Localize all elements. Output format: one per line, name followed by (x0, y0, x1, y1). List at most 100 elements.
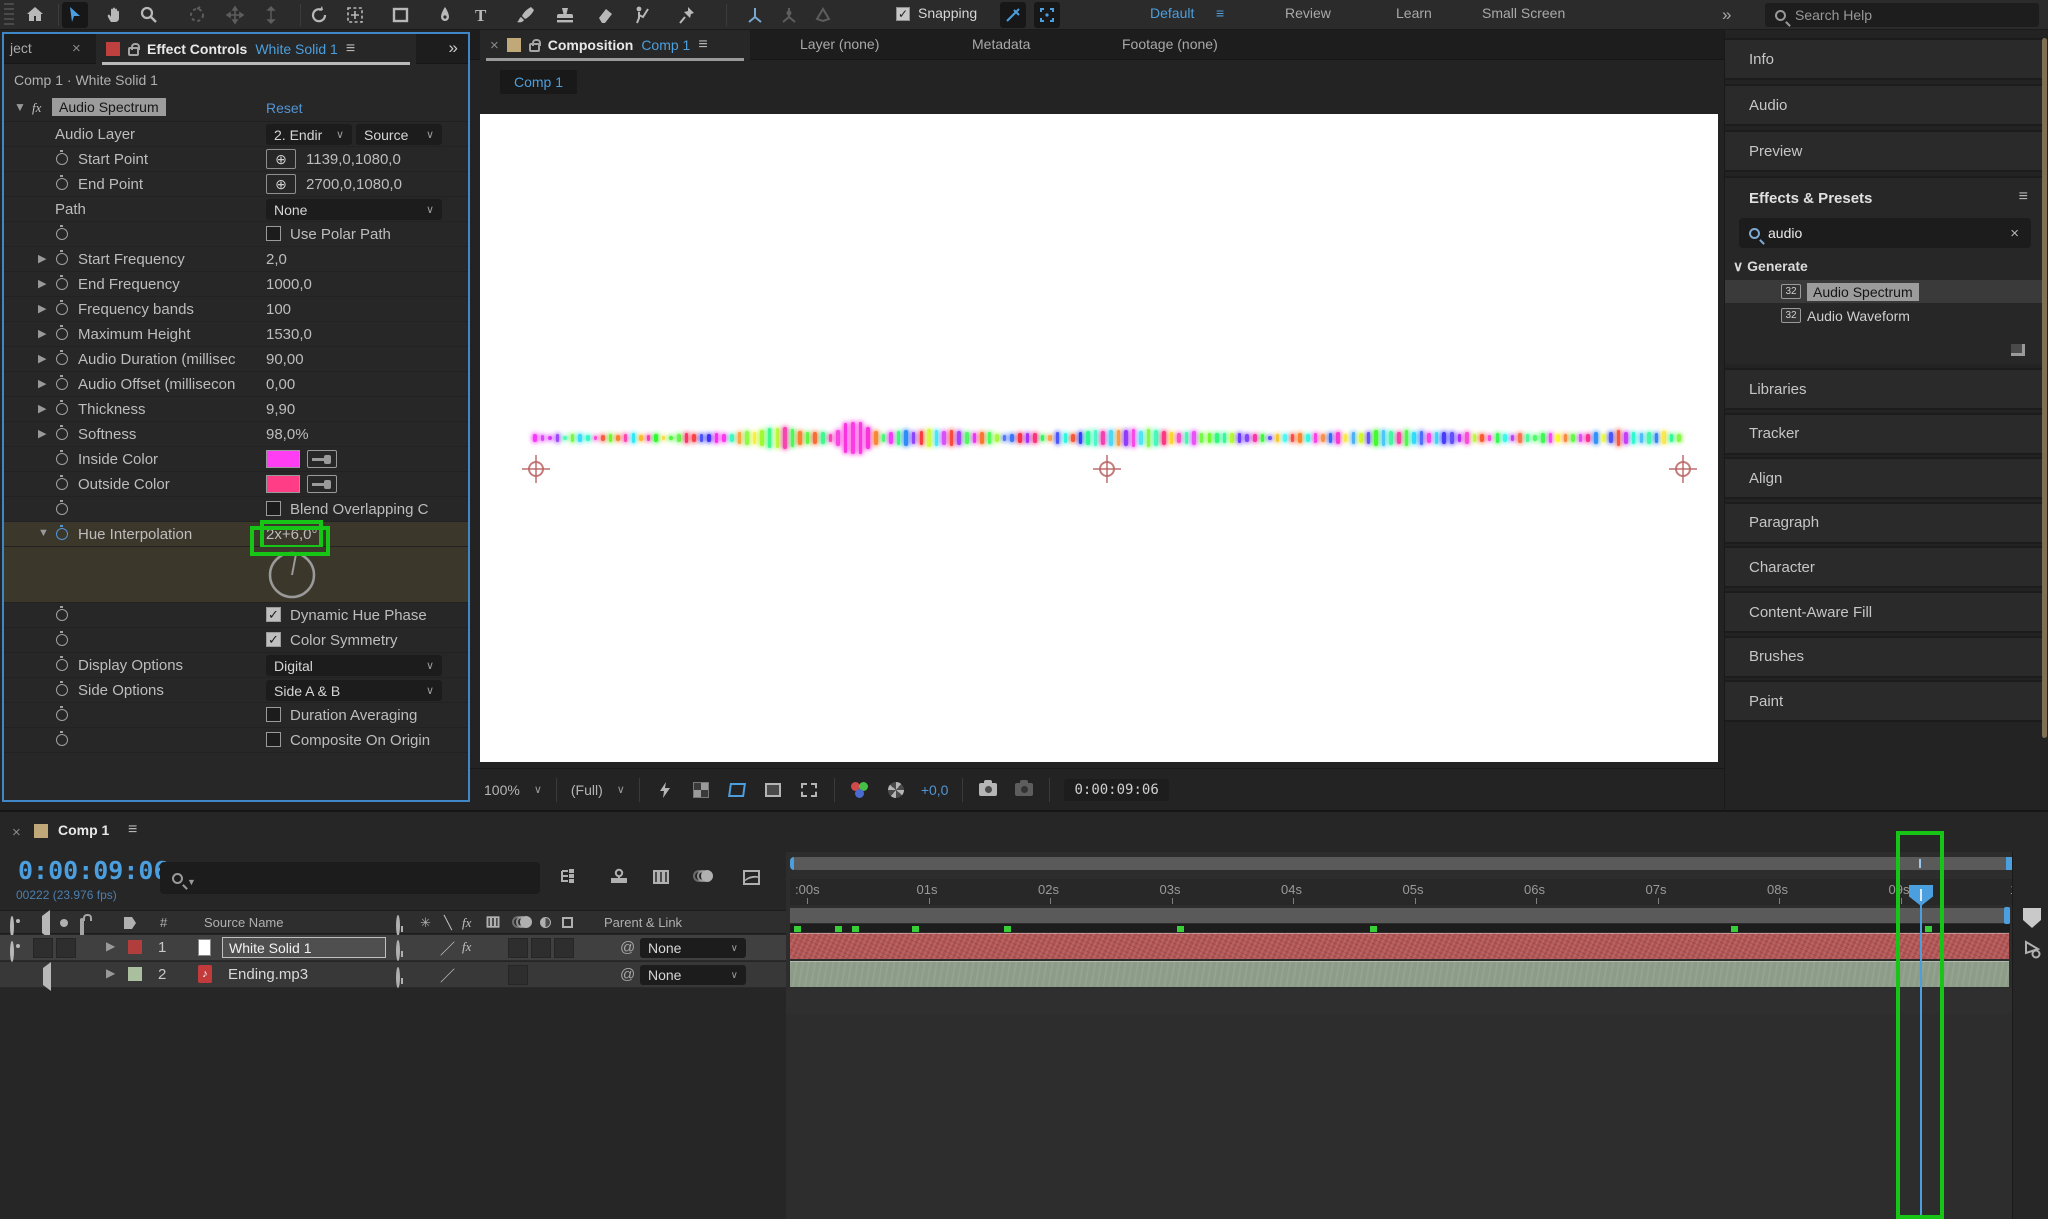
layer-row-2[interactable]: ▶ 2 ♪ Ending.mp3 ／ @ None ∨ (0, 962, 786, 991)
layer-expand-chevron[interactable]: ▶ (106, 939, 115, 953)
workspace-review[interactable]: Review (1285, 5, 1331, 21)
stopwatch-icon[interactable] (56, 631, 68, 646)
sidebar-panel-tracker[interactable]: Tracker (1725, 412, 2043, 455)
layer-visibility-eye-icon[interactable] (10, 941, 14, 962)
chevron-right-icon[interactable]: ▶ (38, 277, 46, 290)
keyframe-marker[interactable] (1731, 926, 1738, 932)
type-tool-icon[interactable]: T (468, 2, 494, 28)
property-value[interactable]: 90,00 (266, 351, 304, 368)
snapshot-icon[interactable] (977, 779, 999, 801)
dolly-camera-tool-icon[interactable] (258, 2, 284, 28)
timeline-tab-title[interactable]: Comp 1 (58, 822, 109, 838)
sidebar-panel-libraries[interactable]: Libraries (1725, 368, 2043, 410)
work-area-bar[interactable] (790, 907, 2010, 924)
home-tool-icon[interactable] (22, 2, 48, 28)
sidebar-panel-brushes[interactable]: Brushes (1725, 635, 2043, 678)
show-snapshot-icon[interactable] (1013, 779, 1035, 801)
graph-editor-icon[interactable] (740, 866, 762, 888)
property-checkbox[interactable] (266, 226, 281, 241)
workspace-menu-icon[interactable]: ≡ (1216, 5, 1224, 21)
stopwatch-icon[interactable] (56, 450, 68, 465)
chevron-right-icon[interactable]: ▶ (38, 252, 46, 265)
chevron-down-icon[interactable]: ∨ (534, 783, 542, 796)
stopwatch-icon[interactable] (56, 500, 68, 515)
chevron-down-icon[interactable]: ▼ (38, 527, 49, 539)
property-checkbox[interactable]: ✓ (266, 632, 281, 647)
color-swatch[interactable] (266, 450, 300, 468)
help-search-input[interactable]: Search Help (1765, 3, 2039, 27)
parent-link-column[interactable]: Parent & Link (604, 915, 682, 930)
property-checkbox[interactable]: ✓ (266, 607, 281, 622)
stopwatch-icon[interactable] (56, 300, 68, 315)
close-tab-icon[interactable]: × (490, 37, 499, 54)
layer-label-color[interactable] (128, 940, 142, 954)
puppet-pin-tool-icon[interactable] (674, 2, 700, 28)
keyframe-marker[interactable] (1370, 926, 1377, 932)
effect-controls-tab[interactable]: Effect Controls White Solid 1 ≡ (96, 34, 416, 65)
layer-name[interactable]: Ending.mp3 (228, 966, 308, 983)
sidebar-panel-character[interactable]: Character (1725, 546, 2043, 589)
composition-canvas[interactable] (480, 114, 1718, 762)
property-value[interactable]: 1139,0,1080,0 (306, 151, 401, 168)
panel-resize-corner-icon[interactable] (2011, 344, 2025, 356)
source-name-column[interactable]: Source Name (204, 915, 283, 930)
world-axis-mode-icon[interactable] (776, 2, 802, 28)
roto-brush-tool-icon[interactable] (630, 2, 656, 28)
metadata-tab[interactable]: Metadata (972, 36, 1030, 52)
view-axis-mode-icon[interactable] (810, 2, 836, 28)
parent-pickwhip-icon[interactable]: @ (620, 966, 635, 983)
exposure-icon[interactable] (885, 779, 907, 801)
effect-name-selected[interactable]: Audio Spectrum (52, 98, 166, 116)
chevron-right-icon[interactable]: ▶ (38, 402, 46, 415)
quality-slash-icon[interactable]: ／ (440, 965, 455, 986)
layer-row-1[interactable]: ▶ 1 White Solid 1 ／ fx @ None ∨ (0, 935, 786, 962)
source-effects-dropdown[interactable]: Source ∨ (356, 124, 442, 145)
clear-search-icon[interactable]: × (2010, 225, 2019, 242)
stopwatch-icon[interactable] (56, 475, 68, 490)
clone-stamp-tool-icon[interactable] (552, 2, 578, 28)
pen-tool-icon[interactable] (432, 2, 458, 28)
current-timecode[interactable]: 0:00:09:06 (18, 856, 169, 885)
stopwatch-icon[interactable] (56, 175, 68, 190)
pan-camera-tool-icon[interactable] (222, 2, 248, 28)
panel-menu-icon[interactable]: ≡ (128, 821, 137, 839)
zoom-tool-icon[interactable] (136, 2, 162, 28)
rotation-tool-icon[interactable] (306, 2, 332, 28)
workspace-default[interactable]: Default (1150, 5, 1194, 21)
eraser-tool-icon[interactable] (592, 2, 618, 28)
quality-slash-icon[interactable]: ／ (440, 938, 455, 959)
effects-presets-search-input[interactable]: audio × (1739, 218, 2031, 248)
sidebar-panel-paint[interactable]: Paint (1725, 680, 2043, 723)
snap-to-features-icon[interactable] (1034, 2, 1060, 28)
comp-marker-bin-icon[interactable] (2023, 908, 2041, 928)
quality-switch-icon[interactable] (396, 940, 400, 961)
property-checkbox[interactable] (266, 501, 281, 516)
sidebar-panel-preview[interactable]: Preview (1725, 130, 2043, 172)
property-value[interactable]: 2,0 (266, 251, 287, 268)
stopwatch-icon[interactable] (56, 275, 68, 290)
resolution-value[interactable]: (Full) (571, 782, 603, 798)
stopwatch-icon[interactable] (56, 525, 68, 540)
fast-preview-icon[interactable] (654, 779, 676, 801)
workspace-overflow-chevrons[interactable]: » (1722, 5, 1731, 25)
comp-breadcrumb-chip[interactable]: Comp 1 (500, 70, 578, 94)
close-tab-icon[interactable]: × (12, 824, 21, 841)
transparency-grid-icon[interactable] (690, 779, 712, 801)
property-checkbox[interactable] (266, 707, 281, 722)
chevron-down-icon[interactable]: ▼ (14, 100, 26, 114)
motion-blur-icon[interactable] (692, 866, 714, 888)
panel-menu-icon[interactable]: ≡ (346, 40, 355, 58)
brush-tool-icon[interactable] (512, 2, 538, 28)
effects-item-audio-spectrum[interactable]: 32 Audio Spectrum (1725, 280, 2043, 303)
parent-dropdown[interactable]: None ∨ (640, 938, 746, 958)
layer-tab[interactable]: Layer (none) (800, 36, 879, 52)
keyframe-marker[interactable] (1177, 926, 1184, 932)
stopwatch-icon[interactable] (56, 681, 68, 696)
local-axis-mode-icon[interactable] (742, 2, 768, 28)
stopwatch-icon[interactable] (56, 425, 68, 440)
keyframe-marker[interactable] (852, 926, 859, 932)
close-tab-icon[interactable]: × (72, 40, 81, 57)
layer-label-color[interactable] (128, 967, 142, 981)
stopwatch-icon[interactable] (56, 706, 68, 721)
workspace-small-screen[interactable]: Small Screen (1482, 5, 1565, 21)
